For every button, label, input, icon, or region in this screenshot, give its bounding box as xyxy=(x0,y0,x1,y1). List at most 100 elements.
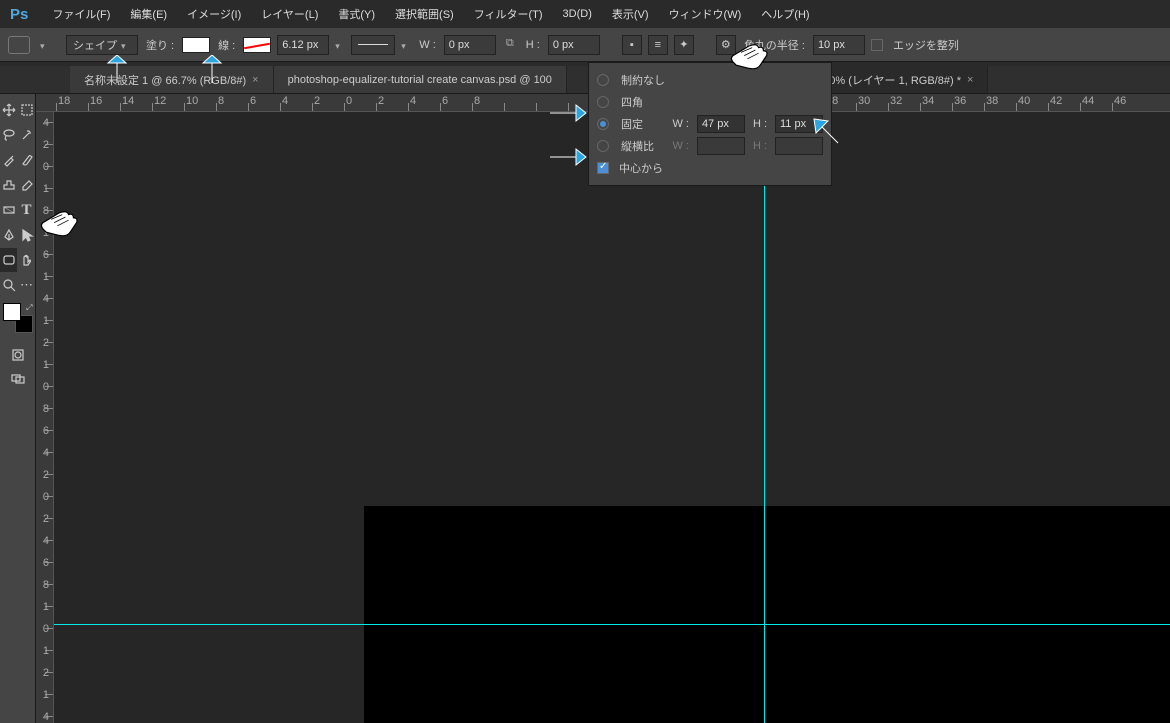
quickmask-icon[interactable] xyxy=(9,343,26,367)
width-label: W : xyxy=(419,39,436,51)
width-input[interactable] xyxy=(444,35,496,55)
radio-fixed[interactable] xyxy=(597,118,609,130)
stroke-width-input[interactable] xyxy=(277,35,329,55)
zoom-tool[interactable] xyxy=(0,273,17,297)
shape-mode-label: シェイプ xyxy=(73,37,117,53)
fill-color-swatch[interactable] xyxy=(182,37,210,53)
radio-unconstrained[interactable] xyxy=(597,74,609,86)
menu-type[interactable]: 書式(Y) xyxy=(332,2,381,26)
chevron-down-icon xyxy=(121,40,131,50)
fixed-width-input[interactable] xyxy=(697,115,745,133)
menu-view[interactable]: 表示(V) xyxy=(606,2,655,26)
move-tool[interactable] xyxy=(0,98,17,122)
stroke-style-dropdown-icon[interactable] xyxy=(401,40,411,50)
prop-h-label: H : xyxy=(753,140,767,152)
align-edges-label: エッジを整列 xyxy=(893,37,959,53)
stroke-style-select[interactable] xyxy=(351,35,395,55)
menu-select[interactable]: 選択範囲(S) xyxy=(389,2,460,26)
path-operations-icon[interactable]: ✦ xyxy=(674,35,694,55)
option-proportional[interactable]: 縦横比 W : H : xyxy=(597,135,823,157)
path-select-tool[interactable] xyxy=(18,223,35,247)
menu-help[interactable]: ヘルプ(H) xyxy=(755,2,815,26)
tab-label: 1600% (レイヤー 1, RGB/8#) * xyxy=(811,72,961,88)
magic-wand-tool[interactable] xyxy=(18,123,35,147)
guide-horizontal[interactable] xyxy=(54,624,1170,625)
prop-height-input xyxy=(775,137,823,155)
canvas[interactable] xyxy=(54,112,1170,723)
tab-label: 名称未設定 1 @ 66.7% (RGB/8#) xyxy=(84,72,246,88)
menu-file[interactable]: ファイル(F) xyxy=(46,2,116,26)
checkbox-label: 中心から xyxy=(619,160,663,176)
doc-tab-1[interactable]: 名称未設定 1 @ 66.7% (RGB/8#) × xyxy=(70,66,274,93)
menu-image[interactable]: イメージ(I) xyxy=(181,2,247,26)
eyedropper-tool[interactable] xyxy=(0,148,17,172)
radio-label: 固定 xyxy=(621,116,643,132)
option-square[interactable]: 四角 xyxy=(597,91,823,113)
stamp-tool[interactable] xyxy=(0,173,17,197)
option-fixed[interactable]: 固定 W : H : xyxy=(597,113,823,135)
height-label: H : xyxy=(526,39,540,51)
brush-tool[interactable] xyxy=(18,148,35,172)
fixed-height-input[interactable] xyxy=(775,115,823,133)
radio-square[interactable] xyxy=(597,96,609,108)
stroke-label: 線 : xyxy=(218,37,235,53)
fill-label: 塗り : xyxy=(146,37,174,53)
radio-proportional[interactable] xyxy=(597,140,609,152)
stroke-width-dropdown-icon[interactable] xyxy=(335,40,345,50)
tab-label: photoshop-equalizer-tutorial create canv… xyxy=(288,74,552,86)
prop-w-label: W : xyxy=(672,140,689,152)
corner-radius-label: 角丸の半径 : xyxy=(744,37,805,53)
options-bar: シェイプ 塗り : 線 : W : ⧉ H : ▪ ≡ ✦ ⚙ 角丸の半径 : … xyxy=(0,28,1170,62)
workspace: T ⋯ ⤢ 1816141210864202468283032343638404… xyxy=(0,94,1170,723)
current-tool-preview[interactable] xyxy=(8,36,30,54)
canvas-image xyxy=(364,506,1170,723)
path-align-icon[interactable]: ▪ xyxy=(622,35,642,55)
app-logo: Ps xyxy=(10,6,28,23)
option-unconstrained[interactable]: 制約なし xyxy=(597,69,823,91)
link-wh-icon[interactable]: ⧉ xyxy=(502,37,518,53)
menu-edit[interactable]: 編集(E) xyxy=(124,2,173,26)
foreground-background-colors[interactable]: ⤢ xyxy=(3,303,33,333)
hand-tool[interactable] xyxy=(18,248,35,272)
menu-filter[interactable]: フィルター(T) xyxy=(468,2,549,26)
fixed-h-label: H : xyxy=(753,118,767,130)
rectangle-tool[interactable] xyxy=(0,248,17,272)
foreground-color[interactable] xyxy=(3,303,21,321)
gradient-tool[interactable] xyxy=(0,198,17,222)
align-edges-checkbox[interactable] xyxy=(871,39,883,51)
shape-mode-select[interactable]: シェイプ xyxy=(66,35,138,55)
prop-width-input xyxy=(697,137,745,155)
menu-3d[interactable]: 3D(D) xyxy=(557,4,598,24)
ruler-vertical: 4201816141210864202468101214 xyxy=(36,112,54,723)
shape-options-dropdown: 制約なし 四角 固定 W : H : 縦横比 W : H : 中心から xyxy=(588,62,832,186)
menu-window[interactable]: ウィンドウ(W) xyxy=(663,2,748,26)
radio-label: 制約なし xyxy=(621,72,665,88)
from-center-checkbox[interactable] xyxy=(597,162,609,174)
type-tool[interactable]: T xyxy=(18,198,35,222)
screen-mode-icon[interactable] xyxy=(9,367,26,391)
radio-label: 四角 xyxy=(621,94,643,110)
doc-tab-2[interactable]: photoshop-equalizer-tutorial create canv… xyxy=(274,66,567,93)
close-icon[interactable]: × xyxy=(252,74,258,86)
tool-preset-dropdown-icon[interactable] xyxy=(40,40,50,50)
fixed-w-label: W : xyxy=(672,118,689,130)
menu-bar: Ps ファイル(F) 編集(E) イメージ(I) レイヤー(L) 書式(Y) 選… xyxy=(0,0,1170,28)
menu-layer[interactable]: レイヤー(L) xyxy=(255,2,324,26)
guide-vertical[interactable] xyxy=(764,112,765,723)
pen-tool[interactable] xyxy=(0,223,17,247)
stroke-color-swatch[interactable] xyxy=(243,37,271,53)
close-icon[interactable]: × xyxy=(967,74,973,86)
tools-panel: T ⋯ ⤢ xyxy=(0,94,36,723)
swap-colors-icon[interactable]: ⤢ xyxy=(26,303,32,313)
corner-radius-input[interactable] xyxy=(813,35,865,55)
eraser-tool[interactable] xyxy=(18,173,35,197)
lasso-tool[interactable] xyxy=(0,123,17,147)
marquee-tool[interactable] xyxy=(18,98,35,122)
gear-icon[interactable]: ⚙ xyxy=(716,35,736,55)
document-tabs: 名称未設定 1 @ 66.7% (RGB/8#) × photoshop-equ… xyxy=(0,66,1170,94)
radio-label: 縦横比 xyxy=(621,138,654,154)
path-arrange-icon[interactable]: ≡ xyxy=(648,35,668,55)
height-input[interactable] xyxy=(548,35,600,55)
option-from-center[interactable]: 中心から xyxy=(597,157,823,179)
more-tools-icon[interactable]: ⋯ xyxy=(18,273,35,297)
